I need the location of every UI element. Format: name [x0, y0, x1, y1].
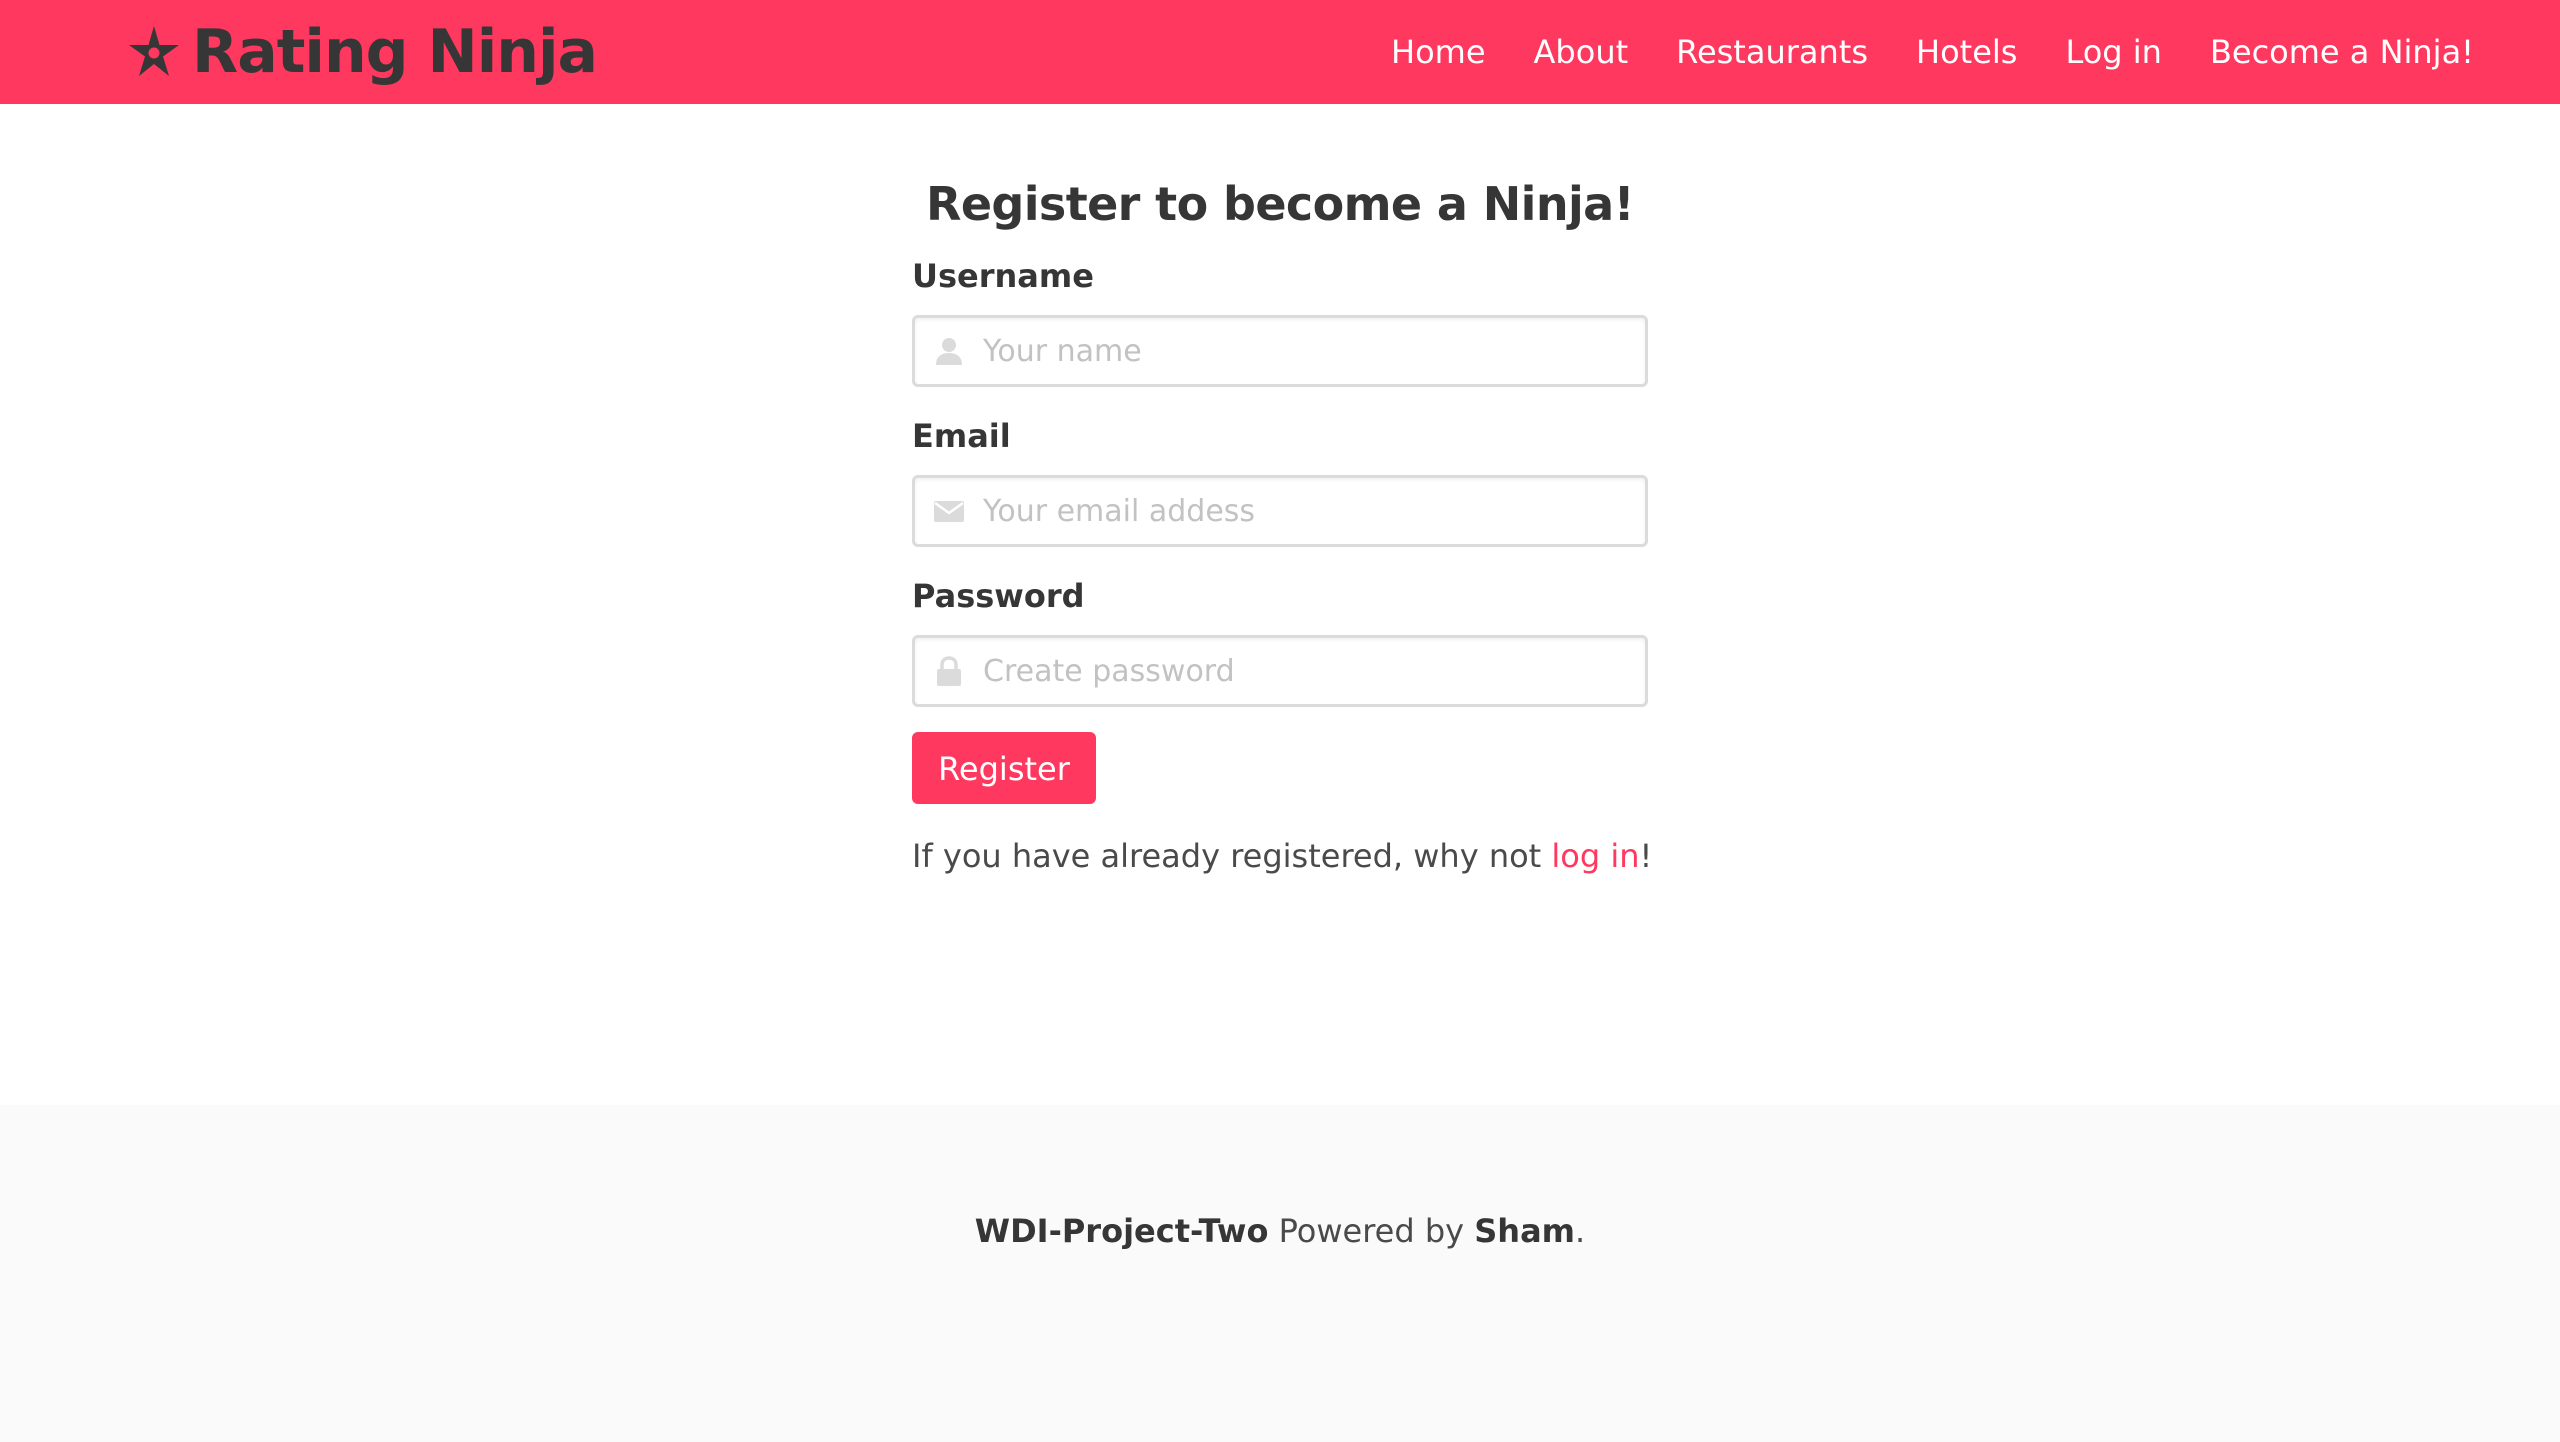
footer-end: .: [1575, 1212, 1586, 1250]
footer-project-name: WDI-Project-Two: [974, 1212, 1269, 1250]
user-icon: [933, 335, 965, 367]
email-label: Email: [912, 417, 1011, 455]
ninja-star-icon: [126, 24, 182, 80]
page-title: Register to become a Ninja!: [926, 177, 1635, 231]
envelope-icon: [933, 495, 965, 527]
password-label: Password: [912, 577, 1085, 615]
nav-item-hotels[interactable]: Hotels: [1892, 0, 2041, 104]
brand-link[interactable]: Rating Ninja: [126, 14, 598, 90]
footer-author: Sham: [1474, 1212, 1576, 1250]
password-field-wrapper: [912, 635, 1648, 707]
nav-item-log-in[interactable]: Log in: [2041, 0, 2186, 104]
footer: WDI-Project-Two Powered by Sham.: [0, 1105, 2560, 1442]
login-note-prefix: If you have already registered, why not: [912, 837, 1552, 875]
username-label: Username: [912, 257, 1094, 295]
footer-powered-by: Powered by: [1268, 1212, 1475, 1250]
username-field-wrapper: [912, 315, 1648, 387]
brand-title: Rating Ninja: [192, 17, 598, 87]
register-button[interactable]: Register: [912, 732, 1096, 804]
nav-item-become-a-ninja[interactable]: Become a Ninja!: [2186, 0, 2498, 104]
lock-icon: [933, 655, 965, 687]
email-input[interactable]: [983, 478, 1623, 544]
nav-item-restaurants[interactable]: Restaurants: [1652, 0, 1892, 104]
navbar: Rating Ninja Home About Restaurants Hote…: [0, 0, 2560, 104]
nav-menu: Home About Restaurants Hotels Log in Bec…: [1367, 0, 2498, 104]
nav-item-about[interactable]: About: [1510, 0, 1653, 104]
footer-text: WDI-Project-Two Powered by Sham.: [0, 1203, 2560, 1259]
login-note: If you have already registered, why not …: [912, 828, 1652, 884]
email-field-wrapper: [912, 475, 1648, 547]
username-input[interactable]: [983, 318, 1623, 384]
password-input[interactable]: [983, 638, 1623, 704]
nav-item-home[interactable]: Home: [1367, 0, 1510, 104]
login-note-suffix: !: [1639, 837, 1653, 875]
login-link[interactable]: log in: [1551, 837, 1639, 875]
